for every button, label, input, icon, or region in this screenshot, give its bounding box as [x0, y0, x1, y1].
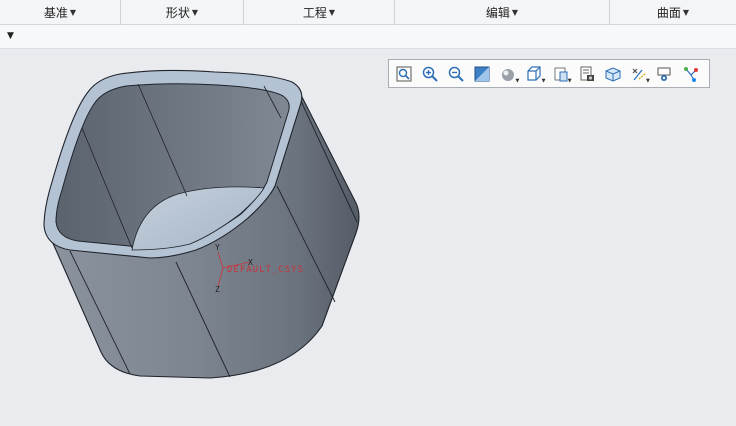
refit-button[interactable]: [393, 63, 415, 85]
perspective-button[interactable]: [602, 63, 624, 85]
csys-y-label: Y: [215, 243, 220, 252]
zoom-out-button[interactable]: [445, 63, 467, 85]
zoom-in-icon: [422, 66, 438, 82]
named-views-button[interactable]: ▼: [523, 63, 545, 85]
spin-center-button[interactable]: [680, 63, 702, 85]
datum-display-icon: [657, 67, 671, 81]
refit-icon: [396, 66, 412, 81]
repaint-button[interactable]: [471, 63, 493, 85]
view-manager-icon: [580, 66, 594, 81]
spin-center-icon: [684, 66, 699, 82]
display-style-button[interactable]: ▼: [628, 63, 650, 85]
perspective-icon: [605, 66, 621, 82]
csys-z-label: Z: [215, 285, 220, 294]
datum-display-button[interactable]: [654, 63, 676, 85]
view-manager-button[interactable]: [576, 63, 598, 85]
view-toolbar: ▼ ▼ ▼ ▼: [388, 59, 710, 88]
zoom-out-icon: [448, 66, 464, 82]
repaint-icon: [474, 66, 490, 81]
shading-button[interactable]: ▼: [497, 63, 519, 85]
saved-orientation-button[interactable]: ▼: [550, 63, 572, 85]
zoom-in-button[interactable]: [419, 63, 441, 85]
csys-name-label: DEFAULT_CSYS: [227, 265, 305, 275]
